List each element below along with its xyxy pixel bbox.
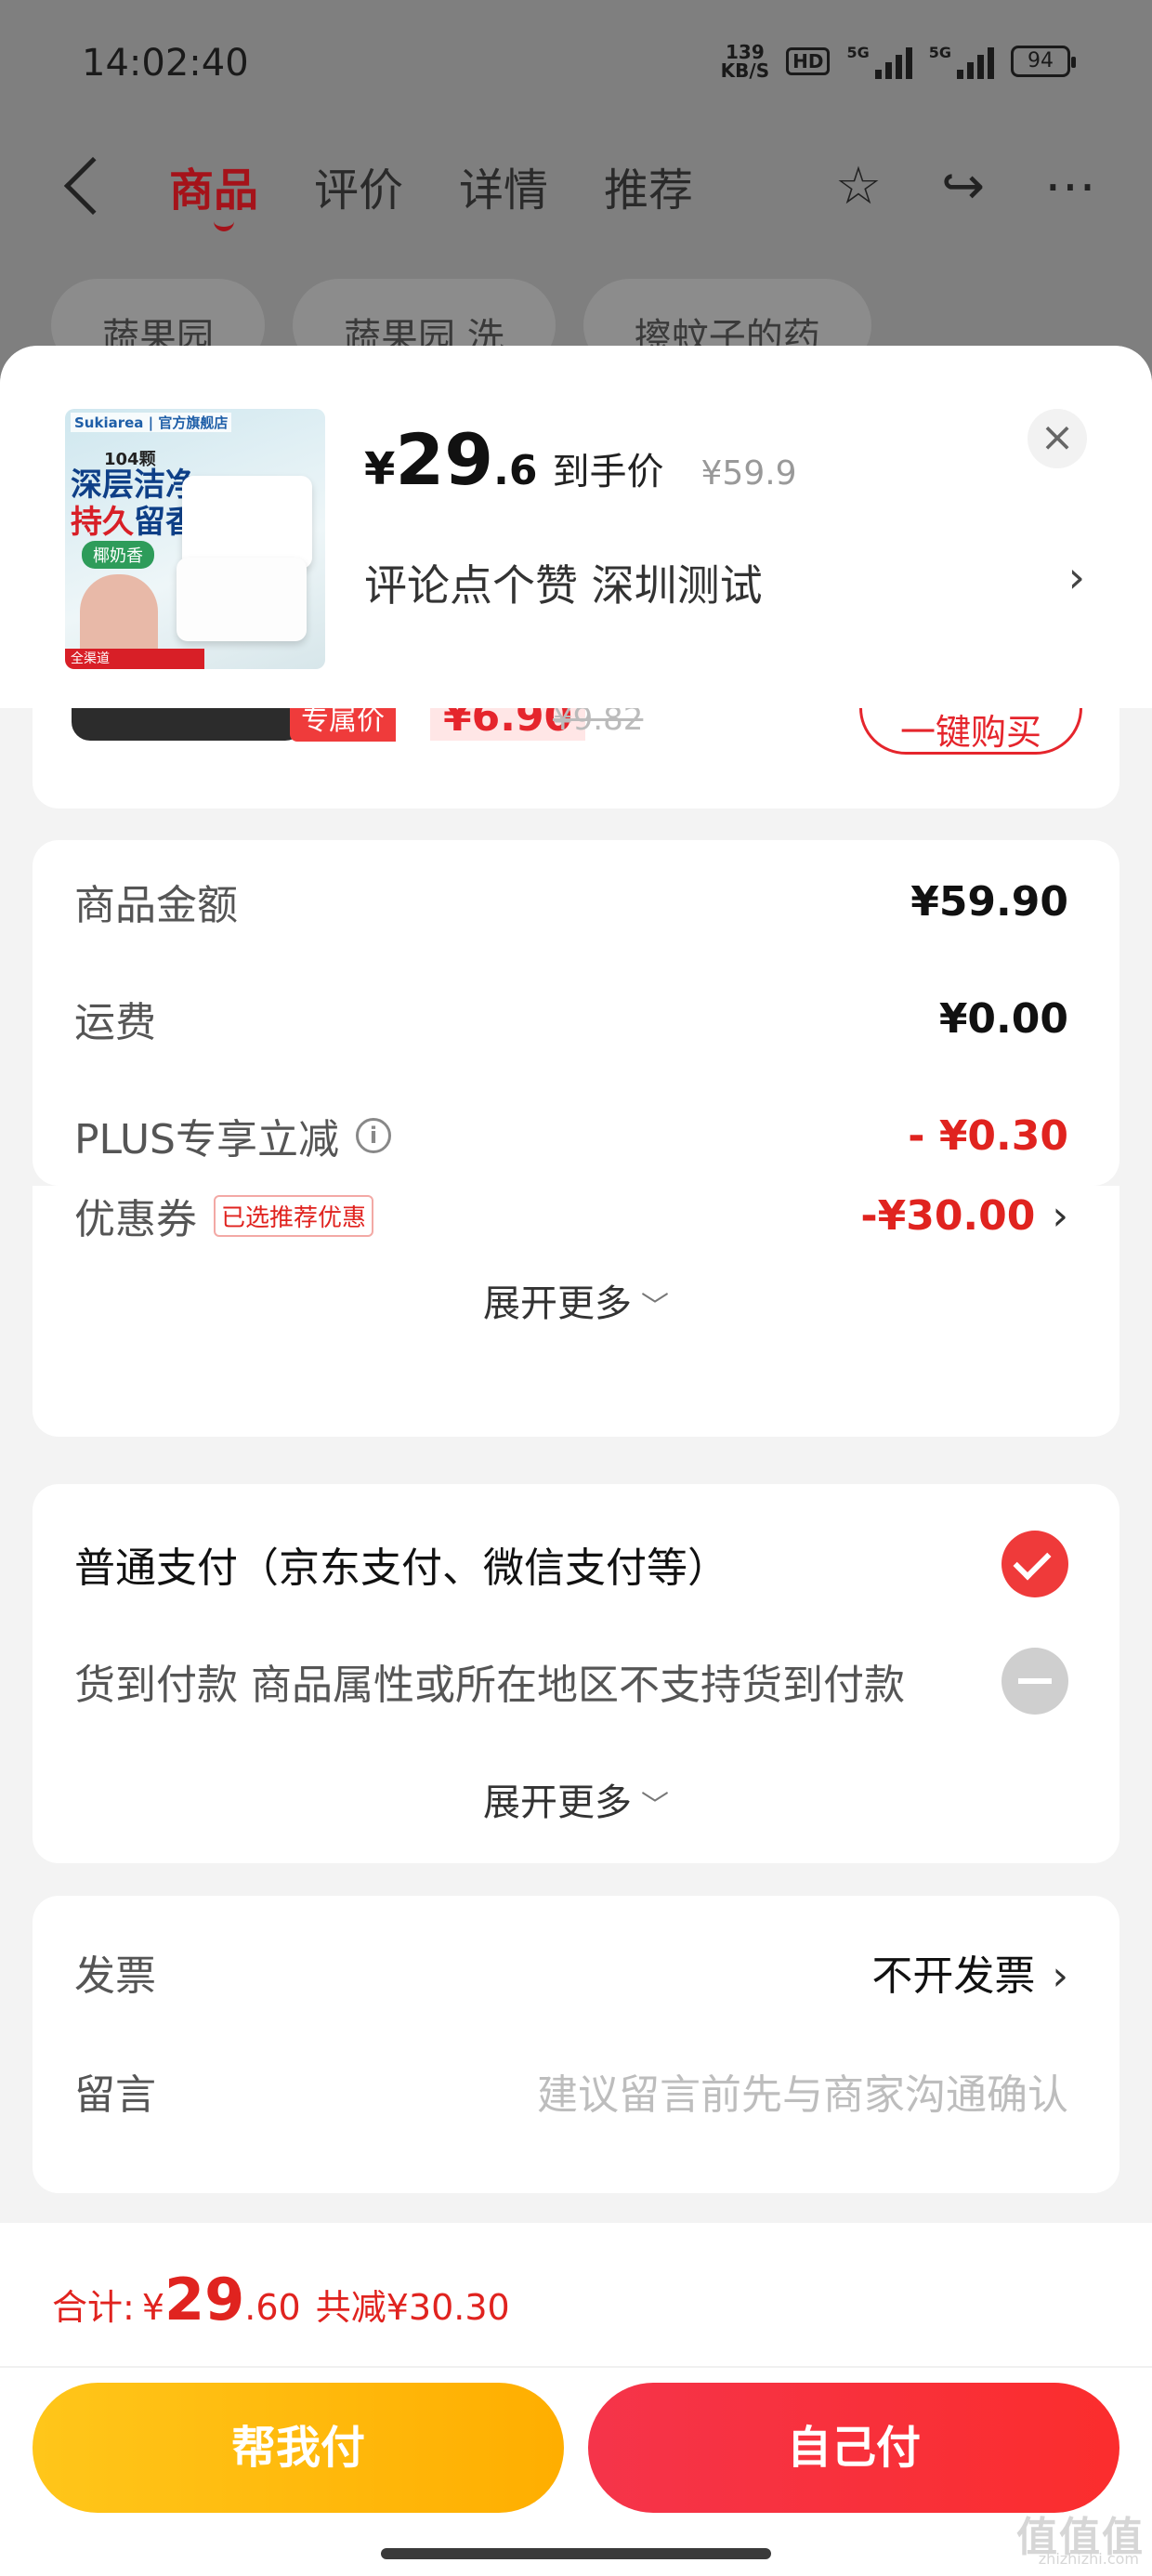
chevron-down-icon: ﹀ [641,1291,669,1323]
status-time: 14:02:40 [82,42,249,85]
info-icon[interactable]: i [356,1118,391,1153]
product-summary-header: Sukiarea | 官方旗舰店 104颗 深层洁净 持久留香 椰奶香 全渠道 ¥… [0,346,1152,708]
note-input[interactable]: 建议留言前先与商家沟通确认 [537,2061,1068,2121]
chevron-down-icon: ﹀ [641,1790,669,1822]
tab-details[interactable]: 详情 [459,153,548,218]
top-nav: 商品 评价 详情 推荐 ☆ ↪ ⋯ [56,149,1096,231]
product-thumbnail: Sukiarea | 官方旗舰店 104颗 深层洁净 持久留香 椰奶香 全渠道 [65,409,325,669]
note-row[interactable]: 留言 建议留言前先与商家沟通确认 [74,2061,1068,2121]
original-price: ¥59.9 [700,454,797,493]
final-price-label: 到手价 [552,451,664,493]
favorite-star-icon[interactable]: ☆ [835,156,882,217]
nav-actions: ☆ ↪ ⋯ [835,149,1096,223]
coupon-tag: 已选推荐优惠 [214,1194,374,1237]
total-discount: 共减¥30.30 [315,2287,510,2328]
total-amount: 合计: ¥ 29 .60 共减¥30.30 [52,2266,510,2333]
pay-option-cod: 货到付款 商品属性或所在地区不支持货到付款 [74,1648,1068,1715]
chevron-right-icon[interactable]: › [1052,1952,1068,2000]
goods-amount-row: 商品金额 ¥59.90 [74,877,1068,930]
signal-icon: 5G [846,44,912,79]
chevron-right-icon[interactable]: › [1052,1192,1068,1240]
coupon-row[interactable]: 优惠券 已选推荐优惠 -¥30.00 › [74,1186,1068,1245]
invoice-note-card: 发票 不开发票 › 留言 建议留言前先与商家沟通确认 [33,1896,1119,2193]
net-speed: 139 KB/S [720,41,770,82]
pay-option-normal[interactable]: 普通支付（京东支付、微信支付等） [74,1531,1068,1597]
product-page-background: 14:02:40 139 KB/S HD 5G 5G 94 商品 评价 详情 推… [0,0,1152,390]
chevron-right-icon[interactable]: › [1068,552,1085,602]
final-price: ¥ 29 .6 到手价 ¥59.9 [364,418,797,501]
plus-discount-row: PLUS专享立减 i - ¥0.30 [74,1111,1068,1164]
tab-product[interactable]: 商品 [169,153,258,231]
hd-icon: HD [786,47,831,75]
status-indicators: 139 KB/S HD 5G 5G 94 [720,41,1076,82]
self-pay-button[interactable]: 自己付 [588,2383,1119,2513]
close-icon[interactable]: × [1028,409,1087,468]
checkout-bottom-bar: 合计: ¥ 29 .60 共减¥30.30 帮我付 自己付 值值值 zhizhi… [0,2223,1152,2576]
expand-more-payment[interactable]: 展开更多 ﹀ [33,1772,1119,1826]
disabled-icon [1001,1648,1068,1715]
watermark-url: zhizhizhi.com [1038,2550,1139,2568]
invoice-row[interactable]: 发票 不开发票 › [74,1942,1068,2002]
signal-icon-2: 5G [929,44,994,79]
selected-check-icon[interactable] [1001,1531,1068,1597]
expand-more-summary[interactable]: 展开更多 ﹀ [33,1273,1119,1327]
more-icon[interactable]: ⋯ [1044,156,1096,217]
home-indicator[interactable] [381,2548,771,2559]
tab-recommend[interactable]: 推荐 [604,153,693,218]
shipping-row: 运费 ¥0.00 [74,994,1068,1047]
tab-reviews[interactable]: 评价 [314,153,403,218]
help-pay-button[interactable]: 帮我付 [33,2383,564,2513]
divider [0,2366,1152,2368]
price-summary-card-2: 优惠券 已选推荐优惠 -¥30.00 › 展开更多 ﹀ [33,1186,1119,1437]
back-icon[interactable] [63,156,123,216]
payment-method-card: 普通支付（京东支付、微信支付等） 货到付款 商品属性或所在地区不支持货到付款 展… [33,1484,1119,1863]
battery-icon: 94 [1011,46,1076,77]
promo-text[interactable]: 评论点个赞 深圳测试 [364,552,763,613]
price-summary-card: 商品金额 ¥59.90 运费 ¥0.00 PLUS专享立减 i - ¥0.30 [33,840,1119,1186]
share-icon[interactable]: ↪ [941,156,985,217]
